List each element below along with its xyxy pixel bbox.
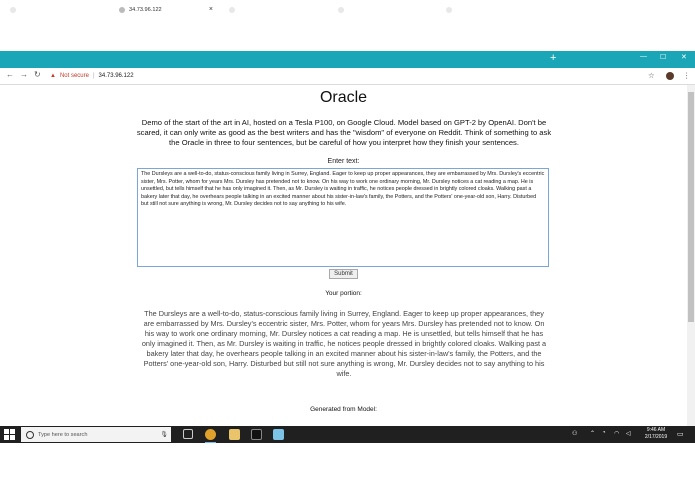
profile-avatar[interactable] xyxy=(666,72,674,80)
file-explorer-icon[interactable] xyxy=(229,429,240,440)
url-text: 34.73.96.122 xyxy=(98,73,134,79)
tab-favicon-icon xyxy=(338,6,344,13)
tab-title: SparkNotes: Harry Potter and the xyxy=(456,6,533,13)
intro-text: Demo of the start of the art in AI, host… xyxy=(136,118,552,147)
page-content: Oracle Demo of the start of the art in A… xyxy=(0,85,687,426)
task-view-icon[interactable] xyxy=(183,429,193,439)
tab-title: enkqu/OracleStoryTeller: Using xyxy=(348,6,423,13)
cortana-icon xyxy=(26,430,34,439)
tab-title: 34.73.96.122 xyxy=(129,6,162,13)
volume-icon[interactable]: ◁ xyxy=(626,430,631,437)
reload-icon[interactable]: ↻ xyxy=(34,70,41,79)
microphone-icon[interactable]: 🎙 xyxy=(160,431,168,438)
tab-overview[interactable]: "My Billio..." Overview - gpt1tsb × xyxy=(2,2,108,17)
clock-time: 9:46 AM xyxy=(646,427,666,433)
close-tab-icon[interactable]: × xyxy=(318,6,322,13)
windows-taskbar: Type here to search 🎙 ⚇ ⌃ ◔ ◠ ◁ 9:46 AM … xyxy=(0,426,695,443)
scrollbar-thumb[interactable] xyxy=(688,92,694,322)
network-icon[interactable]: ◔ xyxy=(602,430,606,436)
new-tab-button[interactable]: + xyxy=(550,53,556,64)
tab-favicon-icon xyxy=(119,6,125,13)
enter-text-label: Enter text: xyxy=(327,158,360,165)
wifi-icon[interactable]: ◠ xyxy=(614,430,619,437)
chrome-app-icon[interactable] xyxy=(205,429,216,443)
tab-github[interactable]: enkqu/OracleStoryTeller: Using × xyxy=(330,2,436,17)
tab-favicon-icon xyxy=(446,6,452,13)
screenshot: "My Billio..." Overview - gpt1tsb × 34.7… xyxy=(0,0,695,446)
clock-date: 2/17/2019 xyxy=(644,434,668,440)
portion-heading: Your portion: xyxy=(325,290,362,297)
maximize-button[interactable]: ☐ xyxy=(660,53,666,61)
search-placeholder: Type here to search xyxy=(38,431,88,438)
portion-text: The Dursleys are a well-to-do, status-co… xyxy=(141,309,547,378)
close-tab-icon[interactable]: × xyxy=(537,6,541,13)
forward-icon[interactable]: → xyxy=(20,70,28,79)
notification-icon[interactable]: ▭ xyxy=(677,430,684,438)
address-bar[interactable]: ▲ Not secure | 34.73.96.122 xyxy=(50,70,134,82)
tab-active-oracle[interactable]: 34.73.96.122 × xyxy=(111,2,218,17)
pinned-app-icon[interactable] xyxy=(273,429,284,440)
menu-icon[interactable]: ⋮ xyxy=(683,71,691,80)
close-tab-icon[interactable]: × xyxy=(99,6,103,13)
story-input[interactable]: The Dursleys are a well-to-do, status-co… xyxy=(137,168,549,267)
tab-devpost[interactable]: Devpost × xyxy=(221,2,327,17)
security-label: Not secure xyxy=(59,73,89,79)
close-tab-icon[interactable]: × xyxy=(209,6,213,13)
address-separator: | xyxy=(92,73,95,79)
tab-strip xyxy=(0,51,695,68)
windows-start-icon[interactable] xyxy=(4,429,15,440)
taskbar-search-box[interactable]: Type here to search 🎙 xyxy=(21,427,171,442)
terminal-app-icon[interactable] xyxy=(251,429,262,440)
close-tab-icon[interactable]: × xyxy=(427,6,431,13)
submit-button[interactable]: Submit xyxy=(329,269,358,279)
tab-title: Devpost xyxy=(239,6,260,13)
tray-chevron-icon[interactable]: ⌃ xyxy=(590,430,595,437)
browser-toolbar: ← → ↻ ▲ Not secure | 34.73.96.122 ☆ ⋮ xyxy=(0,68,695,85)
back-icon[interactable]: ← xyxy=(6,70,14,79)
tab-favicon-icon xyxy=(229,6,235,13)
warning-icon: ▲ xyxy=(50,73,56,79)
page-title: Oracle xyxy=(319,89,368,106)
tab-title: "My Billio..." Overview - gpt1tsb xyxy=(20,6,95,13)
people-icon[interactable]: ⚇ xyxy=(572,430,577,437)
taskbar-clock[interactable]: 9:46 AM 2/17/2019 xyxy=(643,427,669,441)
close-window-button[interactable]: ✕ xyxy=(681,53,687,61)
bookmark-star-icon[interactable]: ☆ xyxy=(648,71,655,80)
generated-heading: Generated from Model: xyxy=(310,406,377,413)
tab-sparknotes[interactable]: SparkNotes: Harry Potter and the × xyxy=(438,2,546,17)
minimize-button[interactable]: — xyxy=(640,53,647,60)
tab-favicon-icon xyxy=(10,6,16,13)
